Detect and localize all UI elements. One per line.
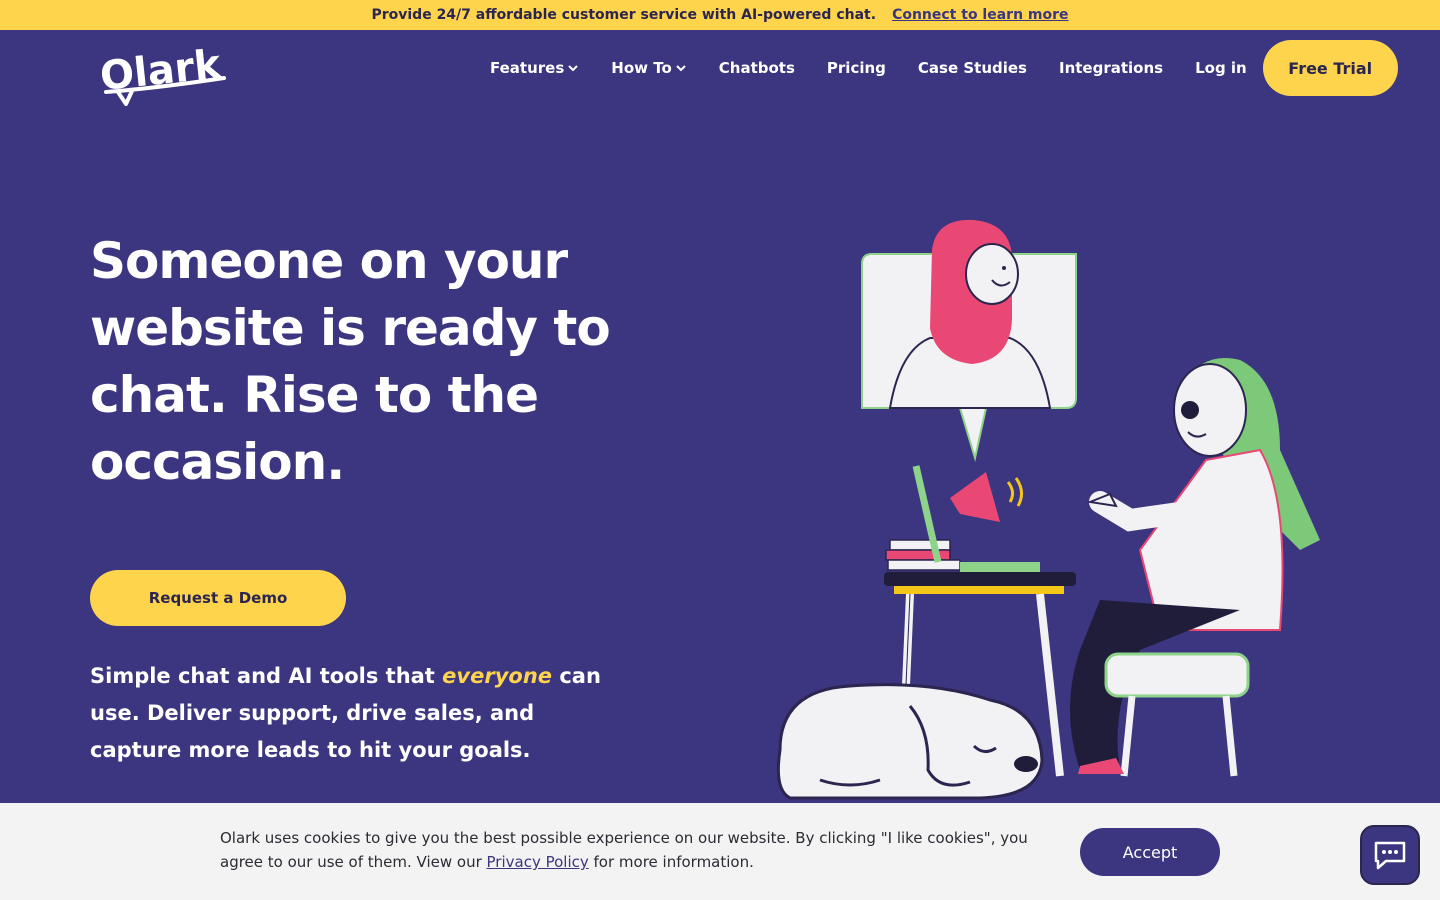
free-trial-button[interactable]: Free Trial — [1262, 40, 1398, 96]
cookie-text-after: for more information. — [588, 853, 754, 871]
nav-chatbots[interactable]: Chatbots — [719, 59, 795, 77]
nav-how-to[interactable]: How To — [611, 59, 686, 77]
hero-subtitle: Simple chat and AI tools that everyone c… — [90, 658, 610, 769]
hero-illustration — [760, 210, 1340, 810]
olark-logo[interactable]: Olark — [98, 41, 228, 108]
cookie-message: Olark uses cookies to give you the best … — [220, 826, 1050, 874]
woman-figure — [1070, 358, 1320, 777]
chat-widget-button[interactable] — [1360, 825, 1420, 885]
nav-case-studies[interactable]: Case Studies — [918, 59, 1027, 77]
chat-bubble-icon — [1374, 841, 1406, 870]
nav-integrations[interactable]: Integrations — [1059, 59, 1163, 77]
promo-link[interactable]: Connect to learn more — [892, 7, 1068, 23]
hero-sub-before: Simple chat and AI tools that — [90, 664, 443, 688]
nav-features[interactable]: Features — [490, 59, 579, 77]
request-demo-button[interactable]: Request a Demo — [90, 570, 346, 626]
privacy-policy-link[interactable]: Privacy Policy — [487, 853, 589, 871]
hero-sub-highlight: everyone — [442, 664, 553, 688]
hero-title: Someone on your website is ready to chat… — [90, 232, 611, 491]
nav-features-label: Features — [490, 59, 565, 77]
accept-cookies-button[interactable]: Accept — [1080, 828, 1220, 876]
login-link[interactable]: Log in — [1195, 59, 1247, 77]
chevron-down-icon — [568, 65, 579, 72]
main-nav: Features How To Chatbots Pricing Case St… — [490, 40, 1398, 96]
nav-how-to-label: How To — [611, 59, 672, 77]
promo-text: Provide 24/7 affordable customer service… — [371, 7, 877, 23]
dog-figure — [776, 683, 1044, 800]
chevron-down-icon — [676, 65, 686, 72]
nav-pricing[interactable]: Pricing — [827, 59, 886, 77]
promo-bar: Provide 24/7 affordable customer service… — [0, 0, 1440, 30]
agent-chat-card — [861, 219, 1077, 462]
